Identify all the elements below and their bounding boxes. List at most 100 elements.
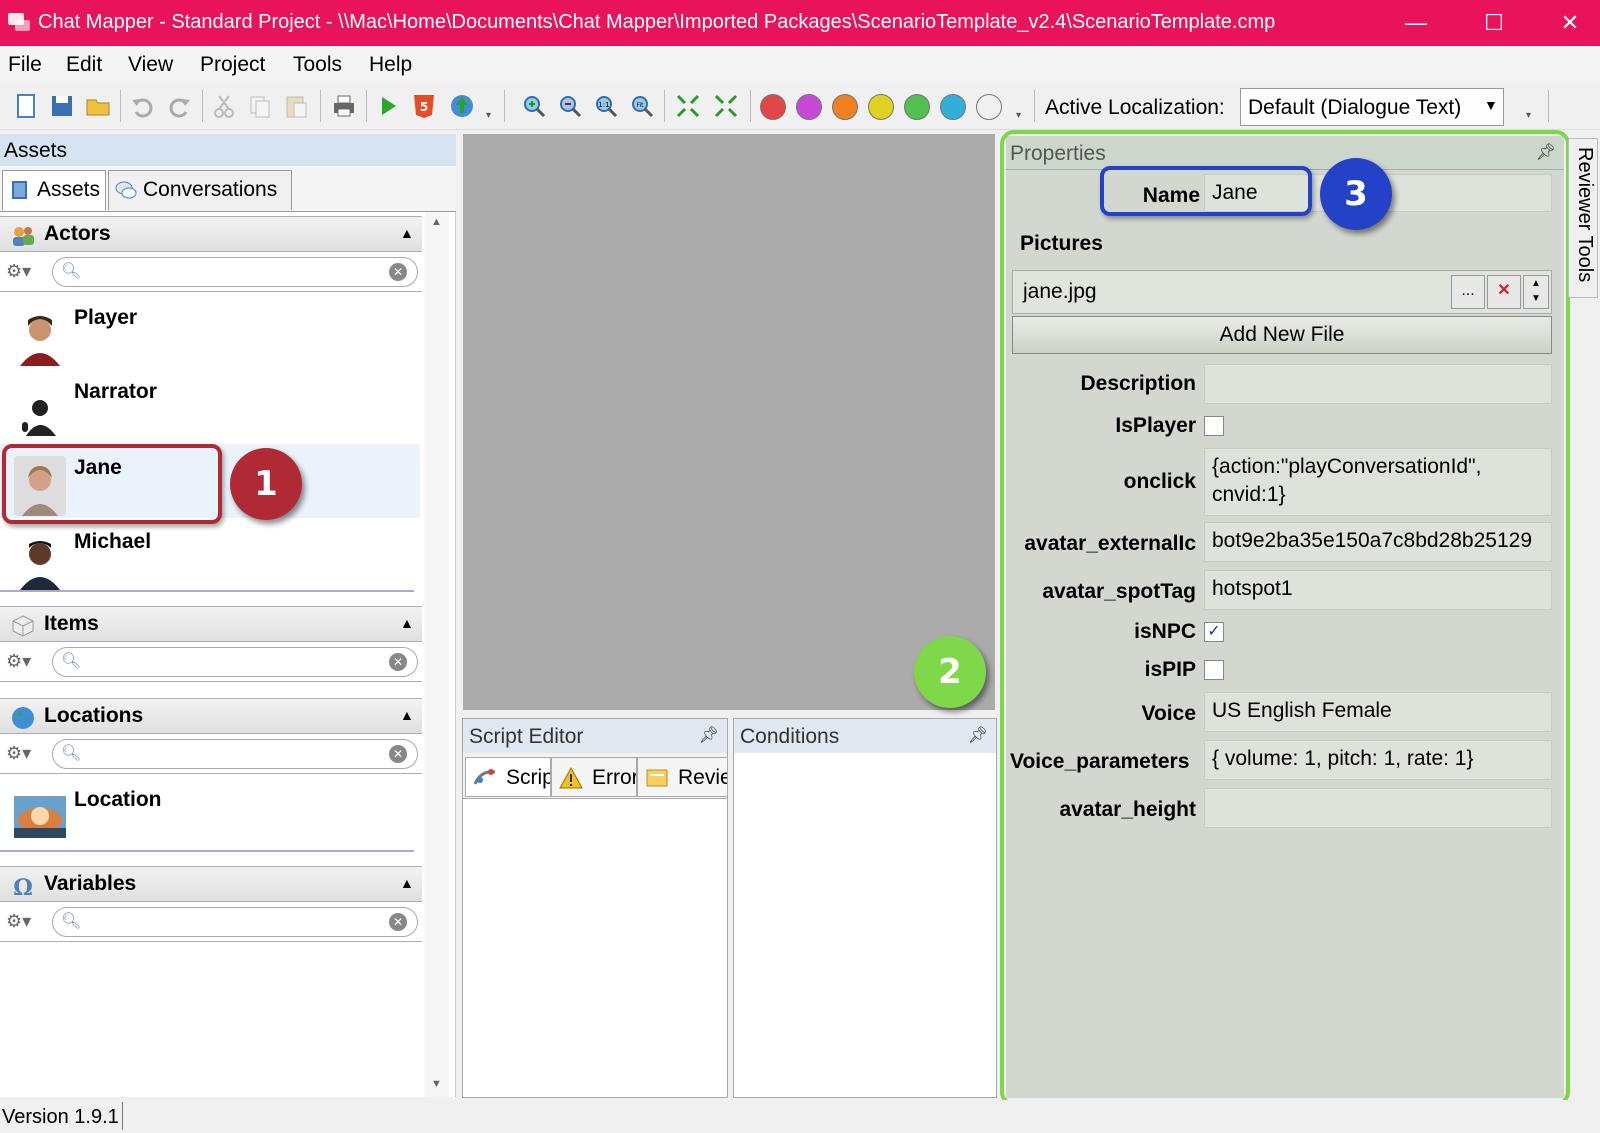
- assets-scrollbar[interactable]: ▲ ▼: [425, 212, 449, 1097]
- localization-select[interactable]: Default (Dialogue Text): [1240, 88, 1504, 126]
- reviewer-tools-tab[interactable]: Reviewer Tools: [1568, 138, 1598, 298]
- toolbar: 5 ▾ 1:1 Fit ▾ Active Localization: Defau…: [0, 82, 1600, 130]
- items-icon: [12, 615, 34, 637]
- collapse-arrow-icon[interactable]: ▲: [400, 707, 414, 723]
- pin-icon[interactable]: 📌︎: [968, 725, 988, 745]
- gear-icon[interactable]: ⚙▾: [6, 743, 44, 765]
- gear-icon[interactable]: ⚙▾: [6, 261, 44, 283]
- variables-section-header[interactable]: Ω Variables ▲: [0, 866, 422, 902]
- assets-header: Assets: [0, 134, 456, 166]
- expand-all-icon[interactable]: [712, 92, 740, 120]
- items-search-input[interactable]: 🔍︎ ✕: [52, 647, 418, 677]
- items-search-row: ⚙▾ 🔍︎ ✕: [0, 642, 422, 682]
- localization-label: Active Localization:: [1045, 96, 1225, 119]
- narrator-avatar: [22, 400, 56, 436]
- list-item-location[interactable]: Location: [0, 776, 420, 850]
- tab-assets[interactable]: Assets: [2, 170, 106, 210]
- search-icon: 🔍︎: [61, 653, 82, 670]
- items-title: Items: [44, 612, 99, 635]
- tab-script[interactable]: Scrip: [465, 757, 551, 797]
- locations-search-input[interactable]: 🔍︎ ✕: [52, 739, 418, 769]
- publish-globe-icon[interactable]: [448, 92, 476, 120]
- html5-export-icon[interactable]: 5: [410, 92, 438, 120]
- list-item-narrator[interactable]: Narrator: [0, 368, 420, 442]
- blue-color-button[interactable]: [940, 94, 966, 120]
- list-item-player[interactable]: Player: [0, 294, 420, 368]
- clear-search-icon[interactable]: ✕: [389, 913, 407, 931]
- chevron-down-icon[interactable]: ▼: [1484, 97, 1498, 113]
- green-color-button[interactable]: [904, 94, 930, 120]
- close-button[interactable]: ✕: [1550, 6, 1590, 40]
- orange-color-button[interactable]: [832, 94, 858, 120]
- red-color-button[interactable]: [760, 94, 786, 120]
- menu-edit[interactable]: Edit: [66, 53, 102, 77]
- locations-section-header[interactable]: Locations ▲: [0, 698, 422, 734]
- zoom-actual-size-icon[interactable]: 1:1: [592, 92, 620, 120]
- variables-search-input[interactable]: 🔍︎ ✕: [52, 907, 418, 937]
- tab-errors[interactable]: Error: [551, 757, 637, 797]
- list-item-label: Player: [74, 306, 138, 329]
- minimize-button[interactable]: —: [1396, 6, 1436, 40]
- menu-bar: File Edit View Project Tools Help: [0, 46, 1600, 82]
- paste-icon[interactable]: [282, 92, 310, 120]
- copy-icon[interactable]: [246, 92, 274, 120]
- purple-color-button[interactable]: [796, 94, 822, 120]
- save-icon[interactable]: [48, 92, 76, 120]
- menu-view[interactable]: View: [128, 53, 173, 77]
- collapse-arrow-icon[interactable]: ▲: [400, 875, 414, 891]
- status-divider: [122, 1102, 123, 1130]
- maximize-button[interactable]: ☐: [1474, 6, 1514, 40]
- undo-icon[interactable]: [128, 92, 156, 120]
- collapse-all-icon[interactable]: [674, 92, 702, 120]
- conditions-pane: Conditions 📌︎: [733, 718, 997, 1098]
- list-item-label: Narrator: [74, 380, 157, 403]
- michael-avatar: [20, 541, 60, 590]
- cut-icon[interactable]: [210, 92, 238, 120]
- clear-search-icon[interactable]: ✕: [389, 263, 407, 281]
- menu-help[interactable]: Help: [369, 53, 412, 77]
- menu-tools[interactable]: Tools: [293, 53, 342, 77]
- zoom-fit-icon[interactable]: Fit: [628, 92, 656, 120]
- variables-title: Variables: [44, 872, 137, 895]
- collapse-arrow-icon[interactable]: ▲: [400, 615, 414, 631]
- collapse-arrow-icon[interactable]: ▲: [400, 225, 414, 241]
- tab-conversations[interactable]: Conversations: [108, 170, 292, 210]
- player-avatar: [20, 316, 60, 366]
- redo-icon[interactable]: [166, 92, 194, 120]
- conversation-canvas[interactable]: [463, 134, 995, 710]
- location-thumbnail: [14, 796, 66, 838]
- title-bar: Chat Mapper - Standard Project - \\Mac\H…: [0, 0, 1600, 46]
- menu-project[interactable]: Project: [200, 53, 265, 77]
- actors-search-input[interactable]: 🔍︎ ✕: [52, 257, 418, 287]
- callout-1-badge: 1: [230, 448, 302, 520]
- items-section-header[interactable]: Items ▲: [0, 606, 422, 642]
- white-color-button[interactable]: [976, 94, 1002, 120]
- print-icon[interactable]: [330, 92, 358, 120]
- gear-icon[interactable]: ⚙▾: [6, 651, 44, 673]
- search-icon: 🔍︎: [61, 263, 82, 280]
- list-item-michael[interactable]: Michael: [0, 518, 420, 592]
- yellow-color-button[interactable]: [868, 94, 894, 120]
- scroll-up-icon[interactable]: ▲: [431, 216, 442, 228]
- gear-icon[interactable]: ⚙▾: [6, 911, 44, 933]
- list-item-label: Michael: [74, 530, 152, 553]
- callout-1-highlight: [2, 444, 222, 524]
- pin-icon[interactable]: 📌︎: [699, 725, 719, 745]
- tab-review[interactable]: Revie: [637, 757, 727, 797]
- version-label: Version 1.9.1: [2, 1106, 119, 1128]
- clear-search-icon[interactable]: ✕: [389, 745, 407, 763]
- assets-tab-strip: Assets Conversations: [0, 166, 456, 212]
- new-file-icon[interactable]: [12, 92, 40, 120]
- search-icon: 🔍︎: [61, 745, 82, 762]
- actors-section-header[interactable]: Actors ▲: [0, 216, 422, 252]
- open-folder-icon[interactable]: [84, 92, 112, 120]
- localization-value: Default (Dialogue Text): [1248, 96, 1462, 119]
- play-icon[interactable]: [374, 92, 402, 120]
- menu-file[interactable]: File: [8, 53, 42, 77]
- scroll-down-icon[interactable]: ▼: [431, 1078, 442, 1090]
- clear-search-icon[interactable]: ✕: [389, 653, 407, 671]
- locations-title: Locations: [44, 704, 144, 727]
- actors-search-row: ⚙▾ 🔍︎ ✕: [0, 252, 422, 292]
- zoom-out-icon[interactable]: [556, 92, 584, 120]
- zoom-in-icon[interactable]: [520, 92, 548, 120]
